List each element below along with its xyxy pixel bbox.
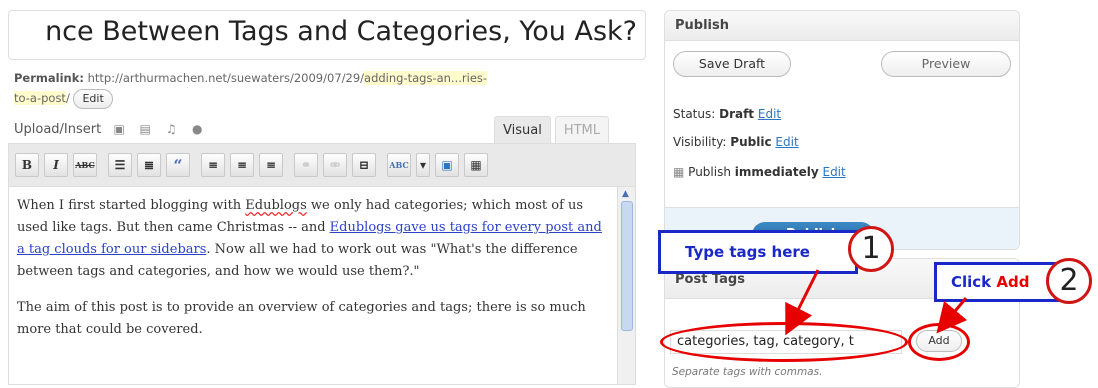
arrow-to-tags-input xyxy=(785,269,820,336)
arrow-to-add-button xyxy=(936,297,968,334)
annotation-arrows xyxy=(785,269,968,336)
